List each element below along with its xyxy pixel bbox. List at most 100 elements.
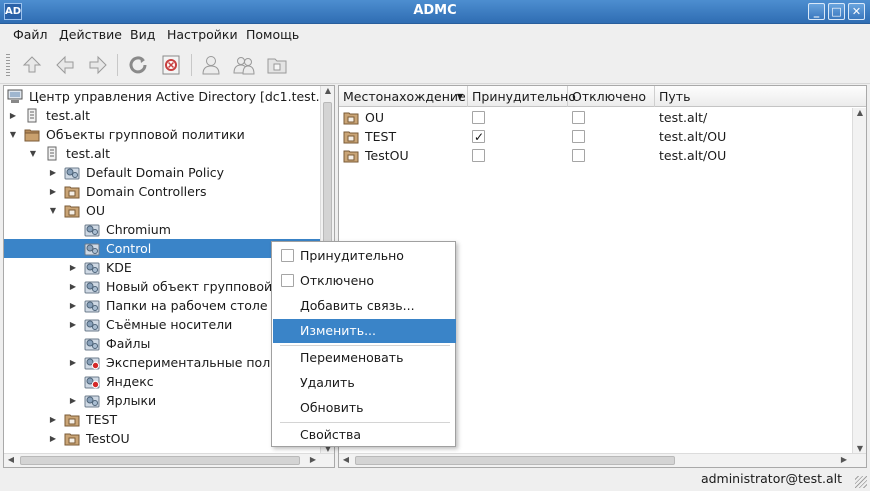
minimize-button[interactable]: _ (808, 3, 825, 20)
tree-item-label: Chromium (106, 222, 171, 237)
resize-grip-icon[interactable] (855, 476, 867, 488)
ou-folder-icon (343, 148, 359, 163)
user-icon (202, 56, 220, 75)
close-button[interactable]: ✕ (848, 3, 865, 20)
tree-item[interactable]: Chromium (4, 220, 320, 239)
menu-item-label: Добавить связь... (300, 298, 415, 313)
menu-help[interactable]: Помощь (246, 27, 299, 42)
table-header: Местонахождение ▼ Принудительно Отключен… (339, 86, 866, 107)
forward-button[interactable] (83, 50, 113, 80)
tree-item[interactable]: ▶ Domain Controllers (4, 182, 320, 201)
menu-item-properties[interactable]: Свойства (273, 423, 456, 447)
expand-arrow-icon[interactable]: ▶ (68, 277, 78, 296)
menu-item-label: Обновить (300, 400, 364, 415)
tree-item[interactable]: ▶ Default Domain Policy (4, 163, 320, 182)
gpo-disabled-icon (84, 355, 100, 370)
column-header-location[interactable]: Местонахождение ▼ (339, 86, 468, 107)
menu-item-edit[interactable]: Изменить... (273, 319, 456, 343)
menu-settings[interactable]: Настройки (167, 27, 238, 42)
menu-item-disabled[interactable]: Отключено (273, 269, 456, 293)
forward-icon (89, 55, 107, 75)
enforced-checkbox[interactable] (472, 111, 485, 124)
expand-arrow-icon[interactable]: ▶ (68, 258, 78, 277)
gpo-icon (84, 279, 100, 294)
table-row[interactable]: OU test.alt/ (339, 108, 866, 127)
enforced-checkbox[interactable] (281, 249, 294, 262)
menu-view[interactable]: Вид (130, 27, 155, 42)
disabled-checkbox[interactable] (281, 274, 294, 287)
ou-icon (267, 58, 287, 74)
menu-item-refresh[interactable]: Обновить (273, 396, 456, 420)
back-icon (56, 55, 74, 75)
tree-horizontal-scrollbar[interactable]: ◀ ▶ (4, 453, 334, 467)
disabled-checkbox[interactable] (572, 130, 585, 143)
tree-item[interactable]: Центр управления Active Directory [dc1.t… (4, 87, 334, 106)
gpo-icon (84, 317, 100, 332)
menu-item-add-link[interactable]: Добавить связь... (273, 294, 456, 318)
expand-arrow-icon[interactable]: ▶ (68, 353, 78, 372)
enforced-checkbox[interactable] (472, 149, 485, 162)
scroll-right-arrow[interactable]: ▶ (306, 455, 320, 464)
enforced-checkbox[interactable] (472, 128, 485, 147)
tree-item-label: KDE (106, 260, 132, 275)
tree-item[interactable]: ▶ test.alt (4, 106, 320, 125)
scroll-right-arrow[interactable]: ▶ (837, 455, 851, 464)
scroll-left-arrow[interactable]: ◀ (339, 455, 353, 464)
column-header-disabled[interactable]: Отключено (568, 86, 655, 107)
table-vertical-scrollbar[interactable]: ▲ ▼ (852, 108, 866, 453)
table-horizontal-scrollbar[interactable]: ◀ ▶ (339, 453, 866, 467)
refresh-button[interactable] (123, 50, 153, 80)
expand-arrow-icon[interactable]: ▶ (68, 315, 78, 334)
expand-arrow-icon[interactable]: ▶ (8, 106, 18, 125)
scroll-left-arrow[interactable]: ◀ (4, 455, 18, 464)
location-cell: TestOU (365, 148, 409, 163)
domain-icon (24, 108, 40, 123)
scroll-up-arrow[interactable]: ▲ (321, 86, 334, 95)
stop-button[interactable] (156, 50, 186, 80)
expand-arrow-icon[interactable]: ▶ (48, 182, 58, 201)
column-header-enforced[interactable]: Принудительно (468, 86, 576, 107)
scroll-down-arrow[interactable]: ▼ (853, 444, 866, 453)
tree-item-label: OU (86, 203, 105, 218)
back-button[interactable] (50, 50, 80, 80)
table-row[interactable]: TestOU test.alt/OU (339, 146, 866, 165)
table-row[interactable]: TEST test.alt/OU (339, 127, 866, 147)
tree-item[interactable]: ▼ Объекты групповой политики (4, 125, 320, 144)
expand-arrow-icon[interactable]: ▶ (68, 296, 78, 315)
path-cell: test.alt/OU (659, 148, 727, 163)
collapse-arrow-icon[interactable]: ▼ (48, 201, 58, 220)
up-button[interactable] (17, 50, 47, 80)
maximize-button[interactable]: □ (828, 3, 845, 20)
computer-icon (7, 89, 23, 104)
collapse-arrow-icon[interactable]: ▼ (8, 125, 18, 144)
context-menu: Принудительно Отключено Добавить связь..… (271, 241, 456, 447)
scroll-thumb[interactable] (20, 456, 300, 465)
disabled-checkbox[interactable] (572, 149, 585, 162)
collapse-arrow-icon[interactable]: ▼ (28, 144, 38, 163)
scroll-thumb[interactable] (355, 456, 675, 465)
expand-arrow-icon[interactable]: ▶ (48, 429, 58, 448)
create-user-button[interactable] (196, 50, 226, 80)
gpo-icon (84, 222, 100, 237)
folder-icon (24, 127, 40, 142)
tree-item[interactable]: ▼ test.alt (4, 144, 320, 163)
tree-item[interactable]: ▼ OU (4, 201, 320, 220)
menu-item-delete[interactable]: Удалить (273, 371, 456, 395)
disabled-checkbox[interactable] (572, 111, 585, 124)
tree-item-label: Default Domain Policy (86, 165, 225, 180)
toolbar-grip[interactable] (6, 54, 10, 76)
menu-item-label: Изменить... (300, 323, 376, 338)
menu-file[interactable]: Файл (13, 27, 48, 42)
expand-arrow-icon[interactable]: ▶ (48, 410, 58, 429)
create-group-button[interactable] (229, 50, 259, 80)
expand-arrow-icon[interactable]: ▶ (48, 163, 58, 182)
tree-item-label: Центр управления Active Directory [dc1.t… (29, 89, 335, 104)
scroll-up-arrow[interactable]: ▲ (853, 108, 866, 117)
menu-action[interactable]: Действие (59, 27, 122, 42)
column-header-path[interactable]: Путь (655, 86, 866, 107)
menu-item-enforced[interactable]: Принудительно (273, 244, 456, 268)
menu-item-rename[interactable]: Переименовать (273, 346, 456, 370)
expand-arrow-icon[interactable]: ▶ (68, 391, 78, 410)
tree-item-label: Объекты групповой политики (46, 127, 245, 142)
create-ou-button[interactable] (262, 50, 292, 80)
